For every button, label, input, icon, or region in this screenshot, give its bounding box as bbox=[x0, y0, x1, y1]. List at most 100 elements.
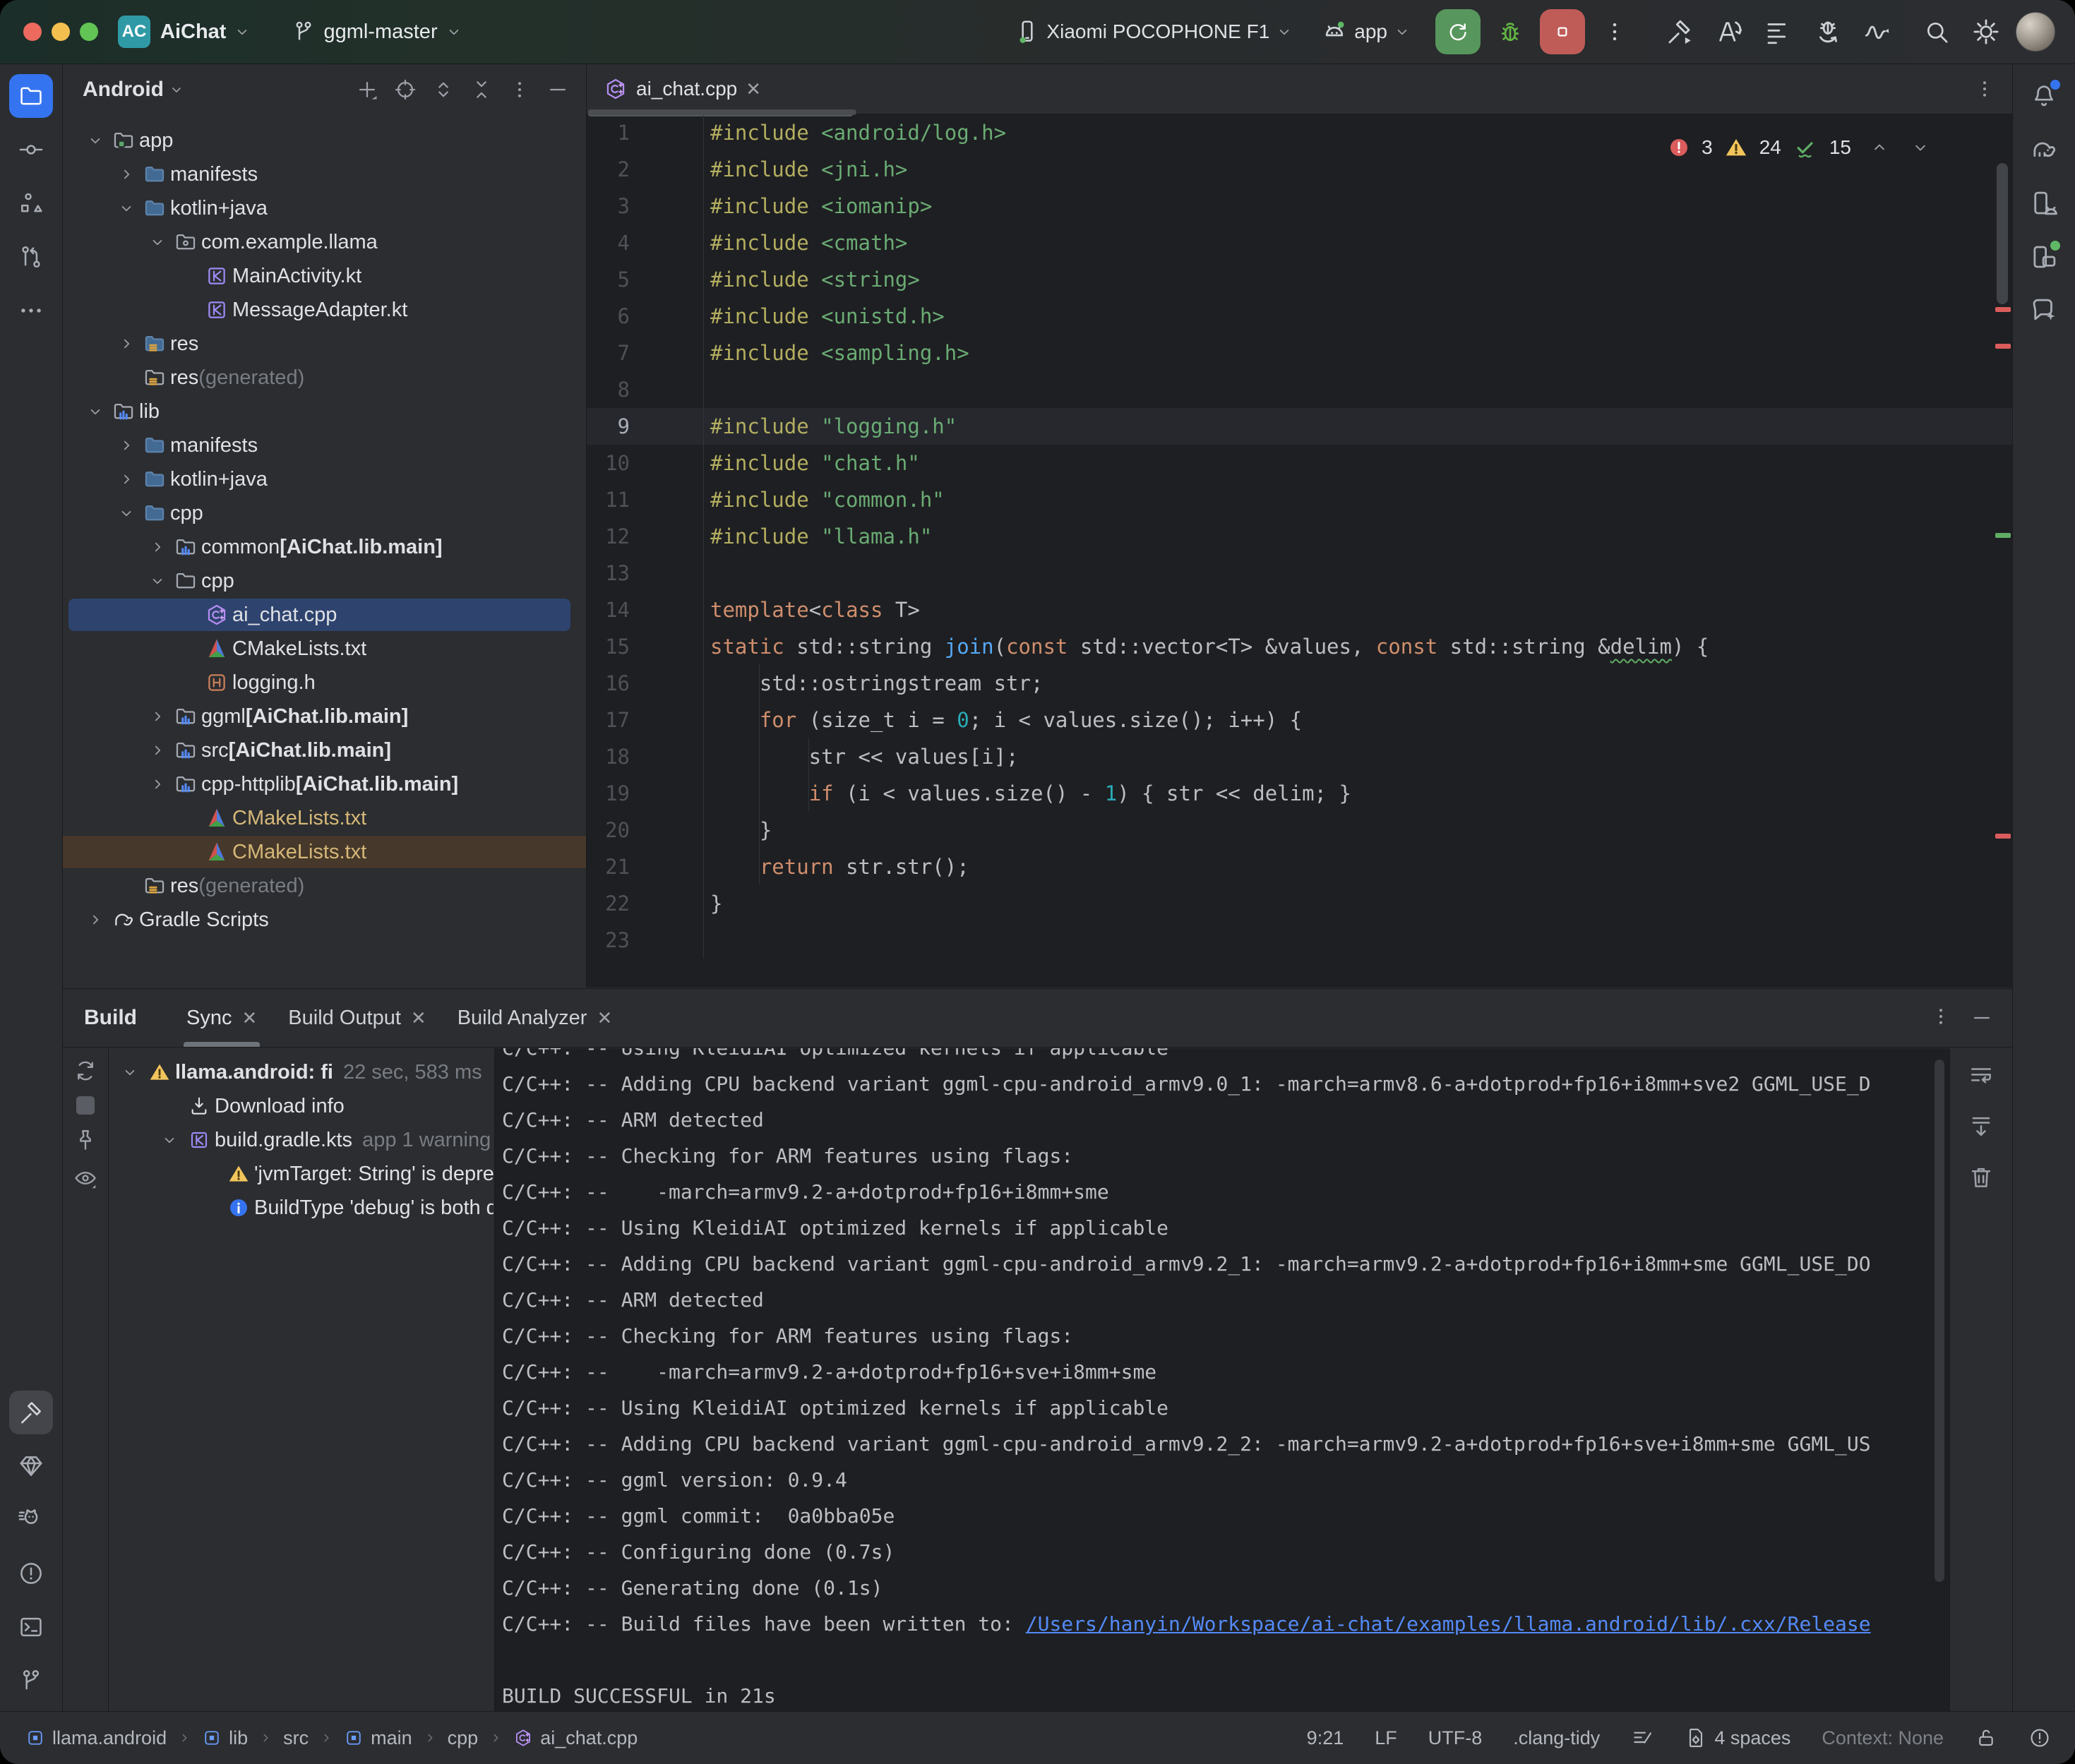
vertical-scrollbar[interactable] bbox=[1997, 163, 2008, 304]
editor-tab-options-button[interactable] bbox=[1974, 78, 1995, 100]
rerun-button[interactable] bbox=[1435, 9, 1481, 54]
code-line-8[interactable]: 8 bbox=[587, 371, 2012, 408]
maximize-window-button[interactable] bbox=[80, 23, 98, 41]
tree-row-ggml[interactable]: ggml [AiChat.lib.main] bbox=[63, 700, 586, 733]
code-line-12[interactable]: 12#include "llama.h" bbox=[587, 518, 2012, 555]
tree-row-cmakelists-txt[interactable]: CMakeLists.txt bbox=[63, 632, 586, 666]
stop-button[interactable] bbox=[1540, 9, 1585, 54]
expander-expand-icon[interactable] bbox=[145, 707, 170, 726]
tree-row-cpp-httplib[interactable]: cpp-httplib [AiChat.lib.main] bbox=[63, 767, 586, 801]
tool-notifications-button[interactable] bbox=[2022, 74, 2066, 118]
clear-all-button[interactable] bbox=[1968, 1164, 1995, 1191]
tool-gradle-button[interactable] bbox=[2022, 128, 2066, 172]
tree-row-res[interactable]: res (generated) bbox=[63, 361, 586, 395]
status-lines-slash[interactable] bbox=[1631, 1727, 1654, 1749]
settings-button[interactable] bbox=[1966, 12, 2006, 52]
code-line-20[interactable]: 20 } bbox=[587, 812, 2012, 848]
close-window-button[interactable] bbox=[23, 23, 42, 41]
close-tab-icon[interactable]: ✕ bbox=[597, 1007, 612, 1029]
expander-collapse-icon[interactable] bbox=[155, 1131, 184, 1149]
sync-tree-row[interactable]: llama.android: fi22 sec, 583 ms bbox=[109, 1055, 494, 1089]
tree-row-lib[interactable]: lib bbox=[63, 395, 586, 428]
pin-button[interactable] bbox=[73, 1127, 98, 1153]
tool-build-button[interactable] bbox=[9, 1391, 53, 1434]
tree-row-manifests[interactable]: manifests bbox=[63, 428, 586, 462]
filters-button[interactable] bbox=[73, 1165, 98, 1191]
tree-row-res[interactable]: res bbox=[63, 327, 586, 361]
breadcrumb-src[interactable]: src bbox=[283, 1727, 309, 1749]
build-console[interactable]: C/C++: -- Using KleidiAI optimized kerne… bbox=[494, 1048, 1949, 1712]
tool-device-manager-button[interactable] bbox=[2022, 181, 2066, 225]
status-utf-8[interactable]: UTF-8 bbox=[1428, 1727, 1483, 1749]
expander-expand-icon[interactable] bbox=[114, 165, 139, 184]
search-everywhere-button[interactable] bbox=[1917, 12, 1956, 52]
tool-terminal-button[interactable] bbox=[9, 1605, 53, 1649]
status-9-21[interactable]: 9:21 bbox=[1307, 1727, 1344, 1749]
status-alert[interactable] bbox=[2028, 1727, 2051, 1749]
run-configuration-selector[interactable]: app bbox=[1320, 18, 1411, 46]
status-4-spaces[interactable]: 4 spaces bbox=[1685, 1727, 1790, 1749]
code-line-4[interactable]: 4#include <cmath> bbox=[587, 224, 2012, 261]
build-options-button[interactable] bbox=[1930, 1006, 1951, 1030]
tree-row-cmakelists-txt[interactable]: CMakeLists.txt bbox=[63, 835, 586, 869]
breadcrumb-lib[interactable]: lib bbox=[202, 1727, 248, 1749]
close-tab-icon[interactable]: ✕ bbox=[411, 1007, 426, 1029]
add-button[interactable] bbox=[352, 74, 383, 105]
error-stripe-mark[interactable] bbox=[1995, 344, 2011, 349]
tree-row-mainactivity-kt[interactable]: MainActivity.kt bbox=[63, 259, 586, 293]
vcs-branch-widget[interactable]: ggml-master bbox=[291, 19, 462, 44]
build-button[interactable] bbox=[1660, 12, 1699, 52]
tree-row-kotlin-java[interactable]: kotlin+java bbox=[63, 462, 586, 496]
tool-version-control-button[interactable] bbox=[9, 1659, 53, 1703]
tree-row-messageadapter-kt[interactable]: MessageAdapter.kt bbox=[63, 293, 586, 327]
build-output-path-link[interactable]: /Users/hanyin/Workspace/ai-chat/examples… bbox=[1026, 1612, 1871, 1636]
code-line-14[interactable]: 14template<class T> bbox=[587, 592, 2012, 628]
tree-row-cmakelists-txt[interactable]: CMakeLists.txt bbox=[63, 801, 586, 835]
expander-collapse-icon[interactable] bbox=[116, 1063, 144, 1081]
expander-expand-icon[interactable] bbox=[114, 470, 139, 488]
stop-sync-button[interactable] bbox=[76, 1096, 95, 1115]
breadcrumb-llama-android[interactable]: llama.android bbox=[25, 1727, 167, 1749]
code-line-9[interactable]: 9#include "logging.h" bbox=[587, 408, 2012, 445]
code-line-22[interactable]: 22} bbox=[587, 885, 2012, 922]
user-avatar[interactable] bbox=[2016, 12, 2055, 52]
code-line-3[interactable]: 3#include <iomanip> bbox=[587, 188, 2012, 224]
resync-button[interactable] bbox=[73, 1058, 98, 1084]
tree-row-kotlin-java[interactable]: kotlin+java bbox=[63, 191, 586, 225]
close-tab-icon[interactable]: ✕ bbox=[746, 78, 761, 100]
status-lf[interactable]: LF bbox=[1375, 1727, 1397, 1749]
tool-gemini-button[interactable] bbox=[2022, 289, 2066, 332]
debug-button[interactable] bbox=[1490, 12, 1530, 52]
code-line-13[interactable]: 13 bbox=[587, 555, 2012, 592]
tool-project-button[interactable] bbox=[9, 74, 53, 118]
expander-collapse-icon[interactable] bbox=[83, 131, 108, 150]
expander-collapse-icon[interactable] bbox=[114, 199, 139, 217]
code-line-16[interactable]: 16 std::ostringstream str; bbox=[587, 665, 2012, 702]
code-line-19[interactable]: 19 if (i < values.size() - 1) { str << d… bbox=[587, 775, 2012, 812]
sync-tree-row[interactable]: 'jvmTarget: String' is deprec bbox=[109, 1157, 494, 1191]
build-tab-build-output[interactable]: Build Output✕ bbox=[273, 989, 441, 1047]
locate-file-button[interactable] bbox=[390, 74, 421, 105]
tree-row-app[interactable]: app bbox=[63, 124, 586, 157]
code-line-10[interactable]: 10#include "chat.h" bbox=[587, 445, 2012, 481]
code-editor[interactable]: 1#include <android/log.h>2#include <jni.… bbox=[587, 114, 2012, 988]
error-stripe-mark[interactable] bbox=[1995, 307, 2011, 312]
expand-all-button[interactable] bbox=[428, 74, 459, 105]
expander-collapse-icon[interactable] bbox=[145, 233, 170, 251]
tree-row-common[interactable]: common [AiChat.lib.main] bbox=[63, 530, 586, 564]
code-line-15[interactable]: 15static std::string join(const std::vec… bbox=[587, 628, 2012, 665]
profiler-sessions-button[interactable] bbox=[1759, 12, 1798, 52]
expander-expand-icon[interactable] bbox=[114, 335, 139, 353]
horizontal-scrollbar[interactable] bbox=[588, 109, 856, 115]
tool-structure-button[interactable] bbox=[9, 181, 53, 225]
tool-running-devices-button[interactable] bbox=[2022, 235, 2066, 279]
tree-row-gradle-scripts[interactable]: Gradle Scripts bbox=[63, 903, 586, 937]
expander-collapse-icon[interactable] bbox=[114, 504, 139, 522]
expander-expand-icon[interactable] bbox=[145, 775, 170, 793]
status-context-none[interactable]: Context: None bbox=[1822, 1727, 1944, 1749]
tree-row-cpp[interactable]: cpp bbox=[63, 496, 586, 530]
ok-stripe-mark[interactable] bbox=[1995, 533, 2011, 538]
close-tab-icon[interactable]: ✕ bbox=[241, 1007, 257, 1029]
tool-problems-button[interactable] bbox=[9, 1552, 53, 1595]
code-line-11[interactable]: 11#include "common.h" bbox=[587, 481, 2012, 518]
